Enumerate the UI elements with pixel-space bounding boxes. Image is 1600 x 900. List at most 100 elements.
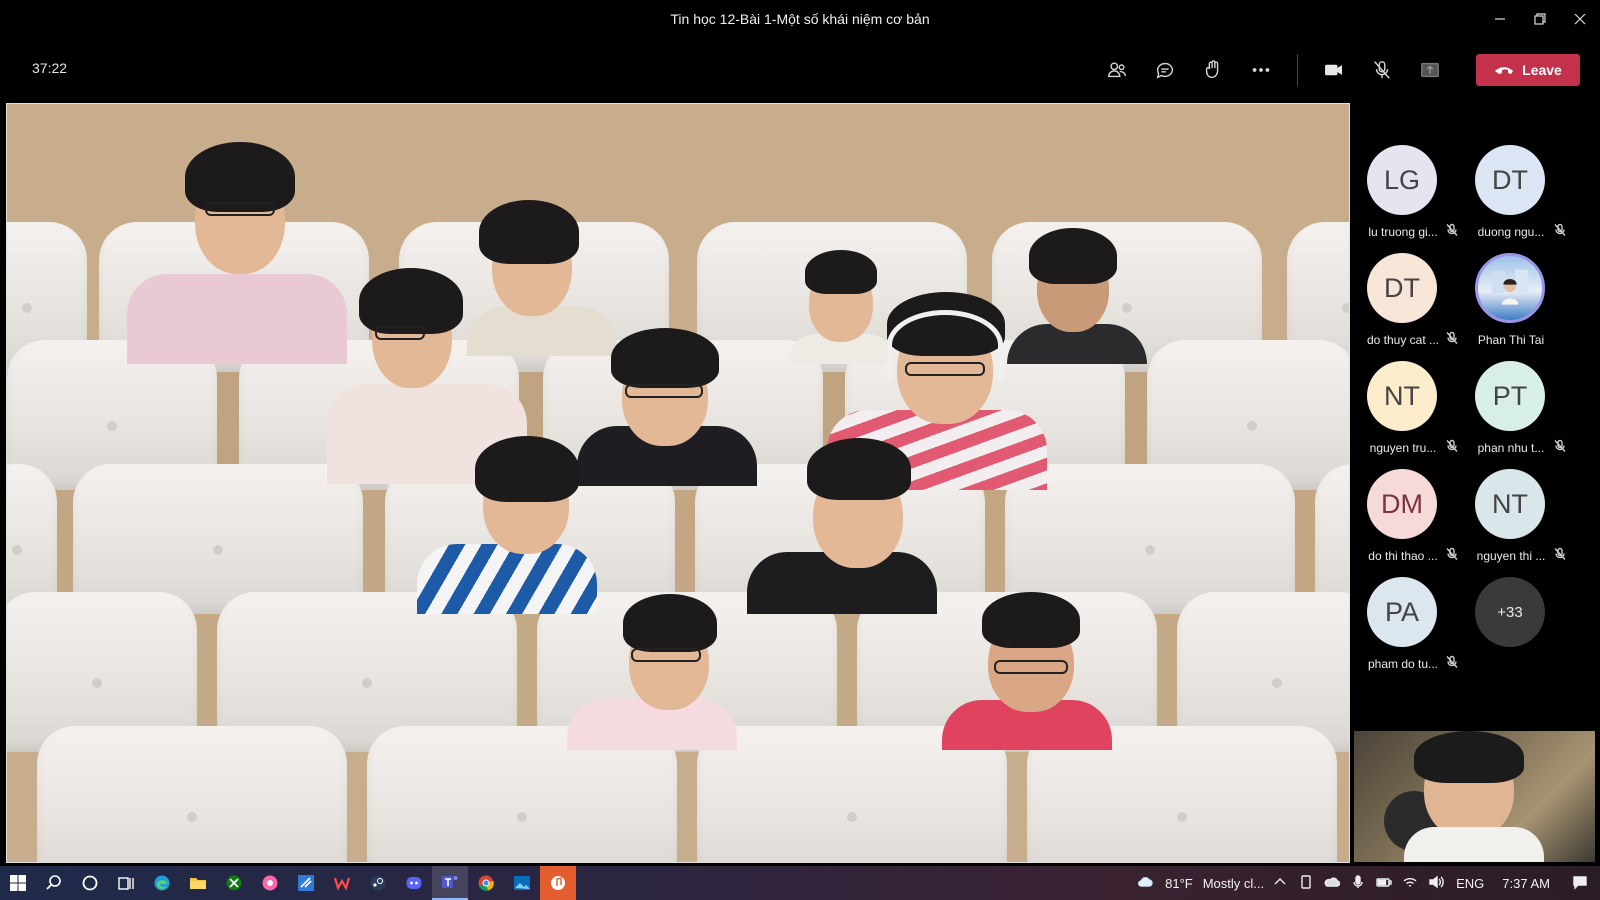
code-editor-icon (298, 875, 314, 891)
avatar: NT (1367, 361, 1437, 431)
minimize-icon (1495, 18, 1505, 20)
taskbar-app-explorer[interactable] (180, 866, 216, 900)
search-icon (46, 875, 61, 890)
participant-tile[interactable]: DT do thuy cat ... (1353, 211, 1463, 347)
window-controls (1480, 0, 1600, 38)
photos-icon (514, 876, 530, 890)
battery-icon[interactable] (1376, 874, 1394, 892)
volume-icon[interactable] (1428, 874, 1446, 892)
task-view-button[interactable] (108, 866, 144, 900)
title-bar: Tin học 12-Bài 1-Một số khái niệm cơ bản (0, 0, 1600, 38)
steam-icon (370, 875, 386, 891)
avatar: DT (1475, 145, 1545, 215)
weather-description[interactable]: Mostly cl... (1203, 876, 1264, 891)
mic-muted-icon (1374, 61, 1390, 79)
participant-tile[interactable]: Phan Thi Tai (1461, 211, 1571, 347)
osu-icon (262, 875, 278, 891)
taskbar-app-visual-studio[interactable] (288, 866, 324, 900)
taskbar-app-discord[interactable] (396, 866, 432, 900)
system-tray: 81°F Mostly cl... ENG 7:37 AM (1129, 866, 1590, 900)
participant-video (417, 434, 607, 614)
participant-tile[interactable]: NT nguyen tru... (1353, 319, 1463, 455)
more-options-button[interactable] (1243, 52, 1279, 88)
taskbar-app-teams[interactable] (432, 866, 468, 900)
taskbar-app-chrome[interactable] (468, 866, 504, 900)
restore-icon (1534, 13, 1546, 25)
participant-video (567, 590, 747, 750)
avatar: NT (1475, 469, 1545, 539)
close-icon (1574, 13, 1586, 25)
teams-icon (442, 876, 458, 888)
share-tray-icon (1421, 62, 1439, 78)
participant-tile[interactable]: DM do thi thao ... (1353, 427, 1463, 563)
reactions-button[interactable] (1195, 52, 1231, 88)
taskbar-app-steam[interactable] (360, 866, 396, 900)
cortana-button[interactable] (72, 866, 108, 900)
avatar: DM (1367, 469, 1437, 539)
meeting-toolbar: 37:22 Leave (0, 38, 1600, 100)
seat (37, 726, 347, 862)
search-button[interactable] (36, 866, 72, 900)
onedrive-icon[interactable] (1324, 874, 1342, 892)
people-icon (1108, 62, 1126, 78)
avatar: PA (1367, 577, 1437, 647)
avatar: PT (1475, 361, 1545, 431)
toolbar-divider (1297, 54, 1298, 86)
taskbar-app-edge[interactable] (144, 866, 180, 900)
window-title: Tin học 12-Bài 1-Một số khái niệm cơ bản (670, 11, 930, 27)
participant-video (942, 590, 1122, 750)
taskbar-app-xbox[interactable] (216, 866, 252, 900)
cortana-icon (82, 875, 98, 891)
camera-icon (1325, 64, 1343, 76)
notifications-icon[interactable] (1572, 874, 1590, 892)
participant-tile[interactable]: PT phan nhu t... (1461, 319, 1571, 455)
self-view-shirt (1404, 827, 1544, 862)
mic-button[interactable] (1364, 52, 1400, 88)
edge-icon (154, 875, 170, 891)
device-icon[interactable] (1298, 874, 1316, 892)
participants-button[interactable] (1099, 52, 1135, 88)
reactions-icon (1205, 60, 1219, 79)
taskbar-app-photos[interactable] (504, 866, 540, 900)
avatar-photo (1475, 253, 1545, 323)
taskbar-app-itunes[interactable] (540, 866, 576, 900)
mic-muted-icon (1445, 655, 1459, 669)
chat-button[interactable] (1147, 52, 1183, 88)
wifi-icon[interactable] (1402, 874, 1420, 892)
weather-icon[interactable] (1137, 874, 1155, 892)
avatar: LG (1367, 145, 1437, 215)
task-view-icon (118, 877, 134, 890)
person-photo-icon (1491, 269, 1529, 305)
participant-tile[interactable]: DT duong ngu... (1461, 103, 1571, 239)
participant-video (747, 434, 947, 614)
taskbar-app-osu[interactable] (252, 866, 288, 900)
phone-hangup-icon (1495, 67, 1514, 74)
more-participants-count: +33 (1475, 577, 1545, 647)
avatar: DT (1367, 253, 1437, 323)
start-button[interactable] (0, 866, 36, 900)
share-button[interactable] (1412, 52, 1448, 88)
meeting-controls: Leave (1087, 52, 1580, 88)
self-view-video[interactable] (1354, 731, 1595, 862)
leave-button[interactable]: Leave (1476, 54, 1580, 86)
participant-tile[interactable]: LG lu truong gi... (1353, 103, 1463, 239)
windows-logo-icon (10, 875, 26, 891)
weather-temperature[interactable]: 81°F (1165, 876, 1193, 891)
camera-button[interactable] (1316, 52, 1352, 88)
input-language[interactable]: ENG (1456, 876, 1484, 891)
participant-tile[interactable]: PA pham do tu... (1353, 535, 1463, 671)
maximize-button[interactable] (1520, 0, 1560, 38)
meeting-timer: 37:22 (32, 60, 68, 76)
more-participants-tile[interactable]: +33 (1461, 535, 1571, 647)
microphone-icon[interactable] (1350, 874, 1368, 892)
clock-time[interactable]: 7:37 AM (1502, 876, 1550, 891)
minimize-button[interactable] (1480, 0, 1520, 38)
participant-roster: LG lu truong gi... DT duong ngu... DT do… (1353, 103, 1600, 730)
self-view-hair (1414, 731, 1524, 783)
taskbar-app-office[interactable] (324, 866, 360, 900)
chat-icon (1156, 62, 1174, 79)
participant-tile[interactable]: NT nguyen thi ... (1461, 427, 1571, 563)
close-button[interactable] (1560, 0, 1600, 38)
participant-name: pham do tu... (1367, 657, 1439, 671)
chevron-up-icon[interactable] (1272, 874, 1290, 892)
